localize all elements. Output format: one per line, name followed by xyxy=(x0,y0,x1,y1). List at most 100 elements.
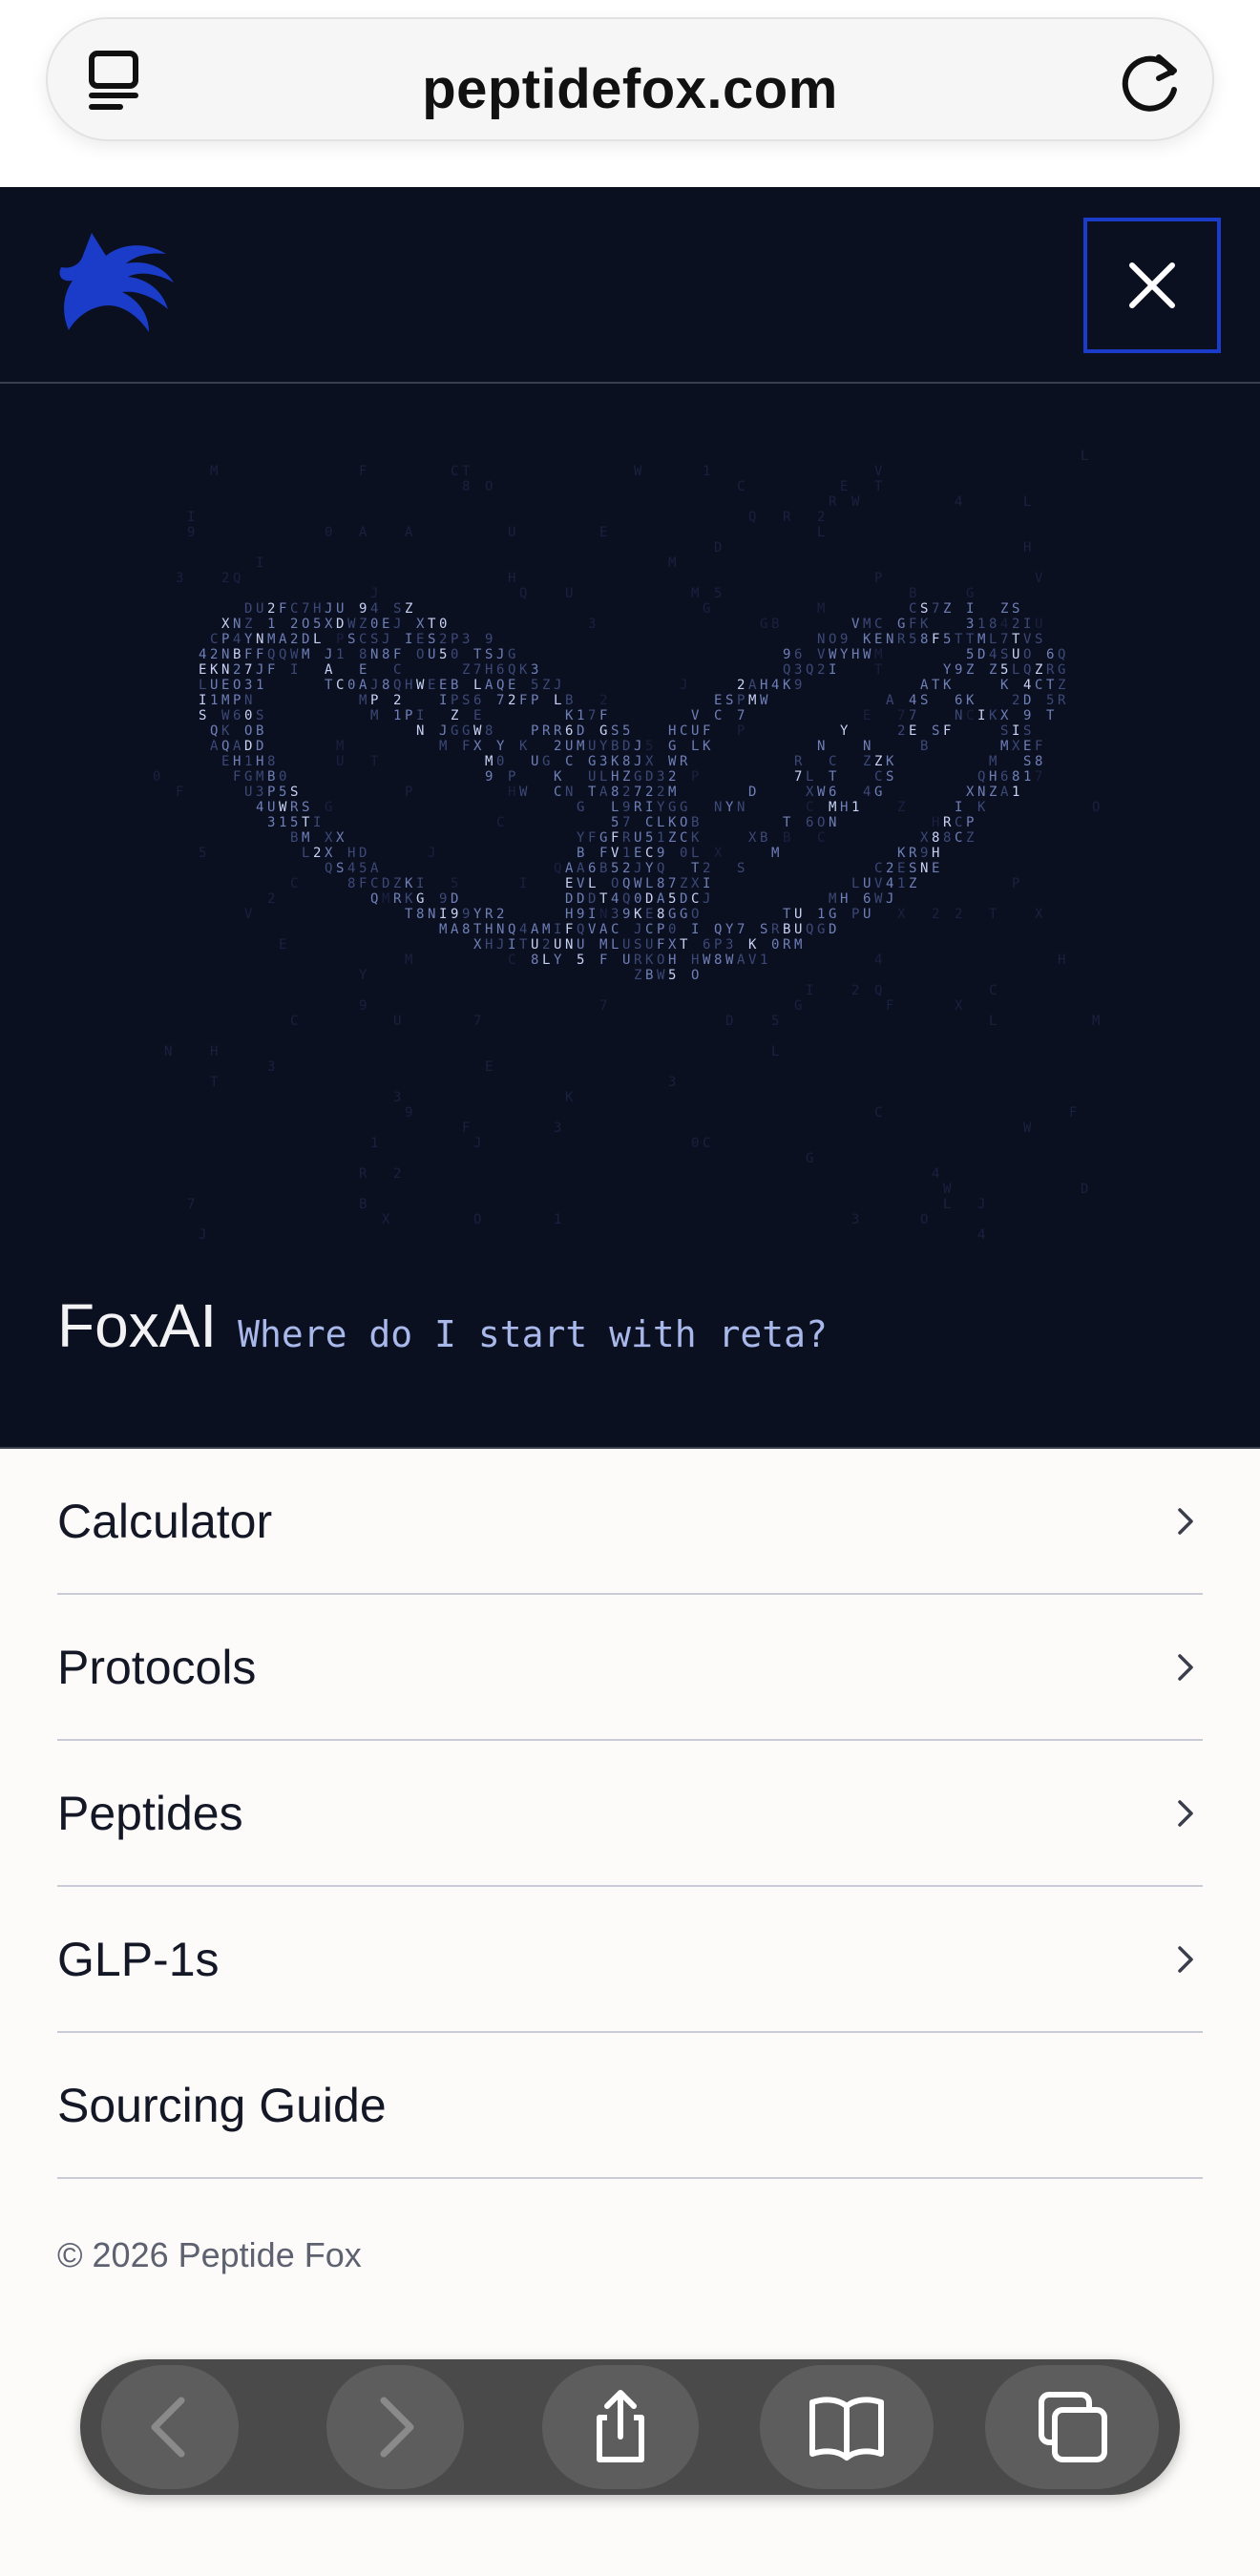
menu-item-label: Calculator xyxy=(57,1494,273,1548)
fox-logo-icon[interactable] xyxy=(53,225,178,340)
menu-item-label: Sourcing Guide xyxy=(57,2078,387,2132)
svg-text:F: F xyxy=(588,830,596,846)
svg-text:S: S xyxy=(1000,647,1008,662)
svg-text:A: A xyxy=(599,785,608,800)
svg-text:2: 2 xyxy=(622,785,630,800)
menu-item-protocols[interactable]: Protocols xyxy=(57,1595,1203,1741)
address-bar[interactable]: peptidefox.com xyxy=(46,17,1214,141)
svg-text:0: 0 xyxy=(634,891,641,907)
svg-text:G: G xyxy=(416,891,424,907)
svg-text:7: 7 xyxy=(187,1197,195,1212)
svg-text:C: C xyxy=(737,479,745,494)
svg-text:B: B xyxy=(909,586,916,601)
svg-text:T: T xyxy=(966,632,975,647)
svg-text:3: 3 xyxy=(611,907,619,922)
svg-text:Y: Y xyxy=(657,800,665,815)
svg-text:K: K xyxy=(691,830,700,846)
bookmarks-button[interactable] xyxy=(760,2365,934,2489)
share-button[interactable] xyxy=(542,2365,699,2489)
svg-text:G: G xyxy=(680,907,687,922)
svg-text:5: 5 xyxy=(290,815,298,830)
svg-text:7: 7 xyxy=(622,815,630,830)
svg-text:P: P xyxy=(737,693,745,708)
menu-item-peptides[interactable]: Peptides xyxy=(57,1741,1203,1887)
svg-text:T: T xyxy=(210,1075,219,1090)
menu-item-label: Protocols xyxy=(57,1640,257,1694)
site-header xyxy=(0,187,1260,384)
svg-text:R: R xyxy=(634,800,642,815)
svg-text:U: U xyxy=(1035,617,1042,632)
svg-text:T: T xyxy=(1046,708,1055,723)
svg-text:P: P xyxy=(737,723,745,739)
svg-text:Z: Z xyxy=(966,830,974,846)
svg-text:U: U xyxy=(210,678,218,693)
svg-text:M: M xyxy=(382,891,389,907)
svg-text:T: T xyxy=(1012,632,1020,647)
svg-text:R: R xyxy=(829,494,837,510)
forward-button[interactable] xyxy=(326,2365,464,2489)
svg-text:2: 2 xyxy=(1012,617,1019,632)
svg-text:A: A xyxy=(485,678,494,693)
svg-text:N: N xyxy=(817,632,825,647)
svg-text:M: M xyxy=(829,800,836,815)
svg-text:X: X xyxy=(1035,907,1043,922)
svg-text:0: 0 xyxy=(496,754,504,769)
svg-text:5: 5 xyxy=(668,968,676,983)
svg-text:6: 6 xyxy=(496,662,504,678)
foxai-prompt-row[interactable]: FoxAI Where do I start with reta? xyxy=(57,1290,828,1361)
svg-text:M: M xyxy=(668,785,676,800)
svg-text:D: D xyxy=(382,876,389,891)
svg-text:W: W xyxy=(290,647,299,662)
svg-text:L: L xyxy=(542,953,550,968)
svg-text:7: 7 xyxy=(794,769,802,785)
svg-text:4: 4 xyxy=(256,800,263,815)
reload-icon[interactable] xyxy=(1117,46,1187,116)
svg-text:J: J xyxy=(199,1227,206,1243)
svg-text:4: 4 xyxy=(519,922,527,937)
svg-text:R: R xyxy=(783,510,791,525)
svg-text:M: M xyxy=(794,937,802,953)
menu-item-calculator[interactable]: Calculator xyxy=(57,1449,1203,1595)
foxai-hero[interactable]: LMFCTW1V8OCETRW4LIQR290AAUELDHIM32QHPVJQ… xyxy=(0,384,1260,1447)
back-button[interactable] xyxy=(101,2365,239,2489)
svg-text:C: C xyxy=(909,601,916,617)
svg-text:Z: Z xyxy=(405,601,412,617)
svg-text:B: B xyxy=(645,968,653,983)
svg-text:8: 8 xyxy=(714,953,722,968)
menu-item-glp1s[interactable]: GLP-1s xyxy=(57,1887,1203,2033)
url-domain[interactable]: peptidefox.com xyxy=(48,57,1212,121)
svg-text:G: G xyxy=(760,617,767,632)
svg-text:2: 2 xyxy=(1012,693,1019,708)
svg-text:P: P xyxy=(657,922,664,937)
svg-text:N: N xyxy=(817,739,825,754)
svg-text:Z: Z xyxy=(668,830,676,846)
svg-text:E: E xyxy=(1023,739,1031,754)
svg-text:0: 0 xyxy=(451,647,458,662)
svg-text:4: 4 xyxy=(233,632,241,647)
svg-text:T: T xyxy=(405,907,413,922)
svg-text:1: 1 xyxy=(267,617,275,632)
svg-text:H: H xyxy=(668,953,676,968)
svg-text:K: K xyxy=(748,937,757,953)
tabs-button[interactable] xyxy=(985,2365,1159,2489)
svg-text:O: O xyxy=(611,876,619,891)
svg-text:5: 5 xyxy=(313,617,321,632)
svg-text:3: 3 xyxy=(657,769,664,785)
svg-text:8: 8 xyxy=(657,876,664,891)
svg-text:6: 6 xyxy=(703,937,710,953)
svg-text:2: 2 xyxy=(554,739,561,754)
svg-text:U: U xyxy=(1012,647,1019,662)
foxai-suggestion[interactable]: Where do I start with reta? xyxy=(238,1313,828,1355)
svg-text:O: O xyxy=(416,647,424,662)
svg-text:N: N xyxy=(256,632,263,647)
svg-text:N: N xyxy=(863,739,871,754)
menu-item-sourcing-guide[interactable]: Sourcing Guide xyxy=(57,2033,1203,2179)
svg-text:L: L xyxy=(657,815,664,830)
svg-text:C: C xyxy=(565,754,573,769)
svg-text:K: K xyxy=(920,617,929,632)
svg-text:L: L xyxy=(599,769,607,785)
close-menu-button[interactable] xyxy=(1083,218,1221,353)
svg-text:7: 7 xyxy=(588,708,596,723)
svg-text:R: R xyxy=(1046,662,1055,678)
svg-text:2: 2 xyxy=(393,1166,401,1182)
